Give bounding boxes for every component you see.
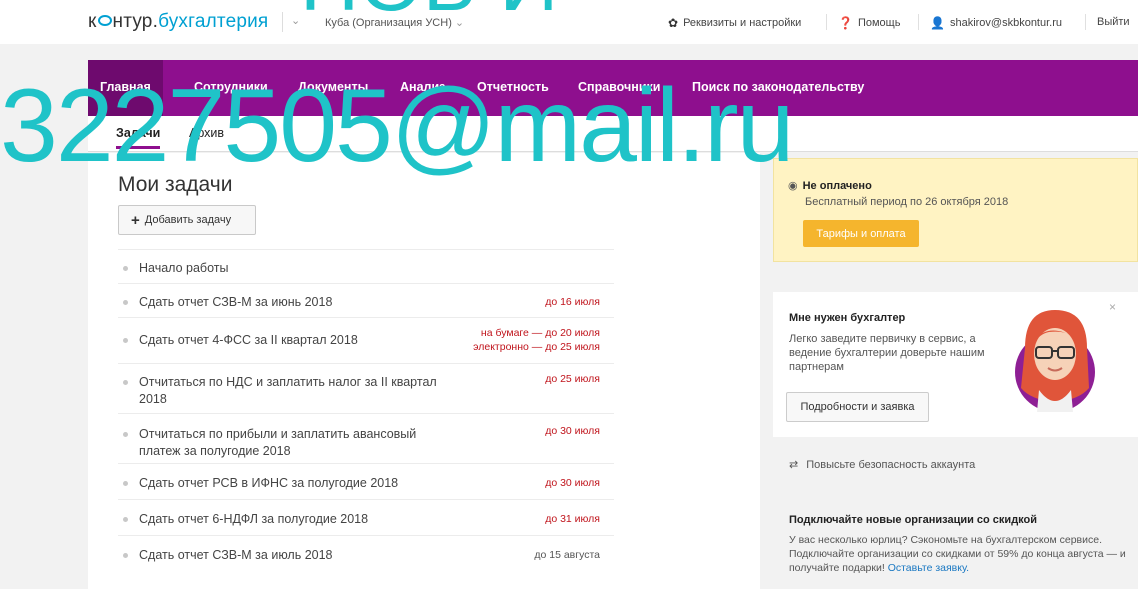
task-row[interactable]: Сдать отчет СЗВ-М за июль 2018 до 15 авгу… bbox=[118, 535, 614, 571]
chevron-down-icon[interactable]: ⌄ bbox=[291, 14, 300, 27]
settings-label: Реквизиты и настройки bbox=[683, 17, 802, 29]
task-title[interactable]: Сдать отчет РСВ в ИФНС за полугодие 2018 bbox=[139, 475, 459, 492]
task-title[interactable]: Сдать отчет СЗВ-М за июнь 2018 bbox=[139, 294, 459, 311]
bullet-icon bbox=[123, 380, 128, 385]
task-row[interactable]: Отчитаться по НДС и заплатить налог за I… bbox=[118, 363, 614, 413]
gear-icon: ✿ bbox=[668, 16, 679, 30]
task-title[interactable]: Сдать отчет СЗВ-М за июль 2018 bbox=[139, 547, 459, 564]
task-due: до 30 июля bbox=[545, 476, 600, 490]
promo-link[interactable]: Оставьте заявку. bbox=[888, 562, 969, 574]
task-due-line: до 31 июля bbox=[545, 513, 600, 525]
help-label: Помощь bbox=[857, 17, 901, 29]
user-email: shakirov@skbkontur.ru bbox=[949, 17, 1062, 29]
task-row[interactable]: Сдать отчет 6-НДФЛ за полугодие 2018 до 3… bbox=[118, 499, 614, 535]
task-row[interactable]: Отчитаться по прибыли и заплатить авансо… bbox=[118, 413, 614, 463]
task-row[interactable]: Сдать отчет РСВ в ИФНС за полугодие 2018… bbox=[118, 463, 614, 499]
logo-prefix: к bbox=[88, 11, 97, 32]
accountant-avatar bbox=[1015, 310, 1095, 412]
swap-icon: ⇄ bbox=[789, 459, 799, 471]
tariffs-button[interactable]: Тарифы и оплата bbox=[803, 220, 919, 247]
accountant-title: Мне нужен бухгалтер bbox=[789, 312, 906, 324]
task-list: Начало работы Сдать отчет СЗВ-М за июнь 2… bbox=[118, 249, 614, 571]
add-task-button[interactable]: + Добавить задачу bbox=[118, 205, 256, 235]
user-icon: 👤 bbox=[930, 16, 945, 30]
task-due-line: электронно — до 25 июля bbox=[473, 341, 600, 353]
accountant-card: × Мне нужен бухгалтер Легко заведите пер… bbox=[773, 292, 1138, 437]
accountant-details-button[interactable]: Подробности и заявка bbox=[786, 392, 929, 422]
logout-link[interactable]: Выйти bbox=[1097, 16, 1130, 28]
task-due: до 30 июля bbox=[545, 424, 600, 438]
logo-brand: бухгалтерия bbox=[158, 11, 269, 32]
task-due: до 25 июля bbox=[545, 372, 600, 386]
task-row[interactable]: Сдать отчет СЗВ-М за июнь 2018 до 16 июля bbox=[118, 283, 614, 317]
task-due: до 31 июля bbox=[545, 512, 600, 526]
header-divider bbox=[282, 12, 283, 32]
task-title[interactable]: Сдать отчет 6-НДФЛ за полугодие 2018 bbox=[139, 511, 459, 528]
task-title[interactable]: Сдать отчет 4-ФСС за II квартал 2018 bbox=[139, 332, 459, 349]
accountant-text: Легко заведите первичку в сервис, а веде… bbox=[789, 333, 985, 373]
bullet-icon bbox=[123, 517, 128, 522]
help-link[interactable]: ❓ Помощь bbox=[838, 16, 900, 30]
task-due: на бумаге — до 20 июля электронно — до 25… bbox=[473, 326, 600, 354]
logo-mid: нтур. bbox=[112, 11, 159, 32]
security-label: Повысьте безопасность аккаунта bbox=[806, 459, 976, 471]
task-row[interactable]: Начало работы bbox=[118, 249, 614, 283]
task-due-line: до 30 июля bbox=[545, 477, 600, 489]
user-link[interactable]: 👤 shakirov@skbkontur.ru bbox=[930, 16, 1062, 30]
task-title[interactable]: Отчитаться по прибыли и заплатить авансо… bbox=[139, 426, 459, 460]
tasks-panel: Мои задачи + Добавить задачу Начало рабо… bbox=[88, 153, 760, 589]
top-bar: к нтур.бухгалтерия ⌄ Куба (Организация УС… bbox=[0, 0, 1138, 44]
task-title[interactable]: Начало работы bbox=[139, 260, 459, 277]
header-divider bbox=[1085, 14, 1086, 30]
promo-title: Подключайте новые организации со скидкой bbox=[789, 514, 1038, 526]
task-title[interactable]: Отчитаться по НДС и заплатить налог за I… bbox=[139, 374, 459, 408]
logo[interactable]: к нтур.бухгалтерия bbox=[88, 11, 268, 33]
task-due-line: до 30 июля bbox=[545, 425, 600, 437]
bullet-icon bbox=[123, 481, 128, 486]
task-row[interactable]: Сдать отчет 4-ФСС за II квартал 2018 на б… bbox=[118, 317, 614, 363]
bullet-icon bbox=[123, 300, 128, 305]
security-link[interactable]: ⇄ Повысьте безопасность аккаунта bbox=[773, 458, 1138, 471]
logo-ring-icon bbox=[97, 15, 112, 26]
task-due-line: до 15 августа bbox=[534, 549, 600, 561]
task-due: до 15 августа bbox=[534, 548, 600, 562]
task-due-line: до 25 июля bbox=[545, 373, 600, 385]
task-due-line: на бумаге — до 20 июля bbox=[480, 327, 600, 339]
watermark-top: ПОБ И bbox=[300, 0, 558, 24]
bullet-icon bbox=[123, 432, 128, 437]
watermark: 3227505@mail.ru bbox=[0, 68, 795, 184]
unpaid-title-text: Не оплачено bbox=[802, 180, 872, 192]
task-due-line: до 16 июля bbox=[545, 296, 600, 308]
close-icon[interactable]: × bbox=[1109, 300, 1116, 314]
header-divider bbox=[826, 14, 827, 30]
help-icon: ❓ bbox=[838, 16, 853, 30]
unpaid-title: ◉ Не оплачено bbox=[788, 179, 872, 192]
unpaid-subtitle: Бесплатный период по 26 октября 2018 bbox=[805, 196, 1009, 208]
task-due: до 16 июля bbox=[545, 295, 600, 309]
plus-icon: + bbox=[131, 211, 140, 229]
bullet-icon bbox=[123, 553, 128, 558]
logout-label: Выйти bbox=[1097, 16, 1130, 28]
add-task-label: Добавить задачу bbox=[144, 214, 232, 226]
header-divider bbox=[918, 14, 919, 30]
bullet-icon bbox=[123, 266, 128, 271]
settings-link[interactable]: ✿ Реквизиты и настройки bbox=[668, 16, 801, 30]
bullet-icon bbox=[123, 338, 128, 343]
promo-text: У вас несколько юрлиц? Сэкономьте на бух… bbox=[789, 533, 1134, 575]
